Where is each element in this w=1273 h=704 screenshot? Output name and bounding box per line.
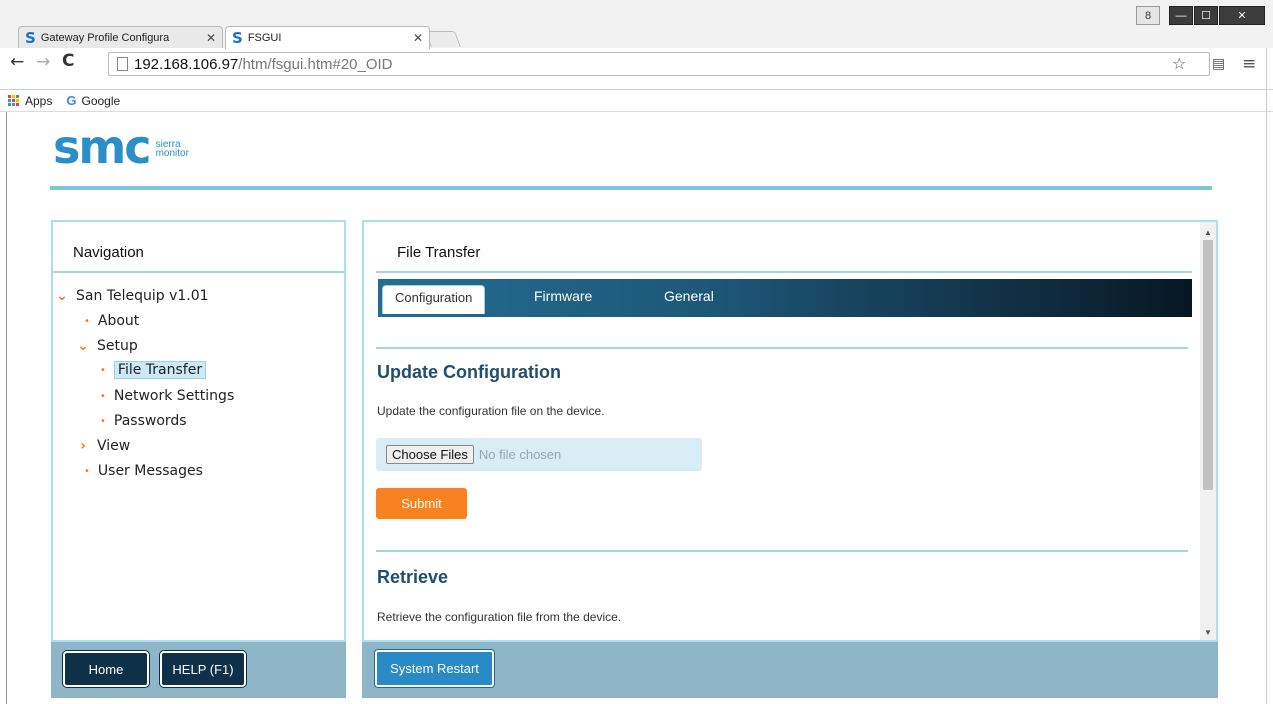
chevron-right-icon[interactable]: ›: [77, 438, 89, 454]
chevron-down-icon[interactable]: ⌄: [77, 338, 89, 354]
url-host: 192.168.106.97: [134, 55, 239, 73]
logo-line-2: monitor: [155, 148, 189, 159]
bookmark-google[interactable]: Google: [81, 94, 120, 108]
reload-icon[interactable]: C: [62, 51, 74, 71]
tab-firmware[interactable]: Firmware: [534, 288, 592, 304]
title-divider: [376, 271, 1192, 273]
nav-item-label: User Messages: [97, 463, 203, 479]
close-icon[interactable]: ✕: [206, 31, 216, 45]
nav-item-label: Passwords: [113, 413, 187, 429]
chevron-down-icon[interactable]: ⌄: [56, 288, 68, 304]
google-g-icon: G: [66, 93, 77, 108]
bookmarks-bar: Apps G Google: [0, 90, 1273, 112]
bullet-icon: •: [100, 390, 106, 402]
navigation-panel: Navigation ⌄ San Telequip v1.01 • About …: [51, 220, 346, 642]
tab-title: FSGUI: [247, 32, 282, 44]
page-title: File Transfer: [397, 244, 481, 261]
main-panel: File Transfer Configuration Firmware Gen…: [362, 220, 1218, 642]
scroll-thumb[interactable]: [1203, 240, 1213, 490]
section-divider: [376, 550, 1188, 552]
nav-item-network-settings[interactable]: • Network Settings: [100, 388, 234, 404]
bullet-icon: •: [84, 465, 90, 477]
window-right-edge: [1266, 48, 1267, 704]
minimize-button[interactable]: —: [1169, 6, 1193, 25]
bullet-icon: •: [84, 315, 90, 327]
scrollbar[interactable]: ▲ ▼: [1200, 222, 1216, 640]
window-left-edge: [6, 112, 7, 704]
nav-item-user-messages[interactable]: • User Messages: [84, 463, 203, 479]
header-divider: [50, 186, 1212, 190]
logo-mark: smc: [53, 120, 152, 174]
window-close-button[interactable]: ✕: [1219, 6, 1265, 25]
retrieve-heading: Retrieve: [377, 567, 449, 587]
browser-tab-fsgui[interactable]: S FSGUI ✕: [225, 26, 430, 49]
navigation-divider: [53, 271, 344, 273]
page-icon: [117, 57, 128, 71]
nav-item-setup[interactable]: ⌄ Setup: [77, 338, 138, 354]
nav-item-label: Network Settings: [113, 388, 235, 404]
smc-s-icon: S: [25, 28, 36, 47]
smc-logo: smc sierra monitor: [53, 120, 189, 174]
tab-general[interactable]: General: [664, 288, 714, 304]
retrieve-description: Retrieve the configuration file from the…: [377, 610, 622, 624]
nav-item-label: About: [97, 313, 140, 329]
close-icon[interactable]: ✕: [413, 31, 423, 45]
bullet-icon: •: [100, 364, 106, 376]
browser-titlebar: S Gateway Profile Configura ✕ S FSGUI ✕ …: [0, 0, 1273, 49]
submit-button[interactable]: Submit: [376, 488, 467, 519]
scroll-down-arrow-icon[interactable]: ▼: [1204, 628, 1212, 637]
tab-configuration[interactable]: Configuration: [382, 285, 486, 314]
file-input-row: Choose Files No file chosen: [376, 438, 702, 471]
address-bar[interactable]: 192.168.106.97/htm/fsgui.htm#20_OID: [108, 52, 1210, 76]
home-button[interactable]: Home: [63, 651, 149, 687]
update-configuration-heading: Update Configuration: [377, 362, 561, 382]
logo-subtitle: sierra monitor: [155, 140, 189, 159]
navigation-footer: Home HELP (F1): [51, 642, 346, 698]
user-profile-glyph: 8: [1144, 9, 1152, 22]
nav-item-label: View: [97, 438, 131, 454]
file-status: No file chosen: [478, 447, 562, 462]
nav-item-label: San Telequip v1.01: [76, 288, 209, 304]
nav-item-file-transfer[interactable]: • File Transfer: [100, 361, 207, 379]
bookmark-apps[interactable]: Apps: [25, 94, 52, 108]
navigation-title: Navigation: [73, 244, 144, 261]
menu-icon[interactable]: ≡: [1242, 54, 1256, 74]
url-path: /htm/fsgui.htm#20_OID: [238, 55, 393, 73]
nav-item-san-telequip[interactable]: ⌄ San Telequip v1.01: [56, 288, 209, 304]
system-restart-button[interactable]: System Restart: [375, 650, 494, 687]
maximize-button[interactable]: ☐: [1194, 6, 1218, 25]
forward-arrow-icon[interactable]: →: [36, 52, 50, 72]
tab-title: Gateway Profile Configura: [40, 31, 170, 44]
bullet-icon: •: [100, 415, 106, 427]
smc-s-icon: S: [232, 29, 243, 47]
section-divider: [376, 347, 1188, 349]
update-configuration-description: Update the configuration file on the dev…: [377, 404, 605, 418]
main-footer: System Restart: [362, 642, 1218, 698]
help-button[interactable]: HELP (F1): [160, 651, 246, 687]
star-bookmark-icon[interactable]: ☆: [1172, 54, 1186, 73]
choose-files-button[interactable]: Choose Files: [386, 445, 474, 464]
new-tab-button[interactable]: [425, 31, 461, 47]
nav-item-passwords[interactable]: • Passwords: [100, 413, 187, 429]
back-arrow-icon[interactable]: ←: [10, 52, 24, 72]
nav-item-view[interactable]: › View: [77, 438, 130, 454]
tab-bar: Configuration Firmware General: [378, 279, 1192, 317]
browser-tab-gateway-profile[interactable]: S Gateway Profile Configura ✕: [18, 26, 223, 48]
nav-item-label: File Transfer: [113, 361, 207, 379]
apps-grid-icon[interactable]: [8, 94, 20, 107]
nav-item-label: Setup: [97, 338, 138, 354]
scroll-up-arrow-icon[interactable]: ▲: [1204, 228, 1212, 237]
nav-item-about[interactable]: • About: [84, 313, 139, 329]
user-profile-icon[interactable]: 8: [1136, 6, 1160, 25]
extension-icon[interactable]: ▤: [1212, 56, 1225, 72]
